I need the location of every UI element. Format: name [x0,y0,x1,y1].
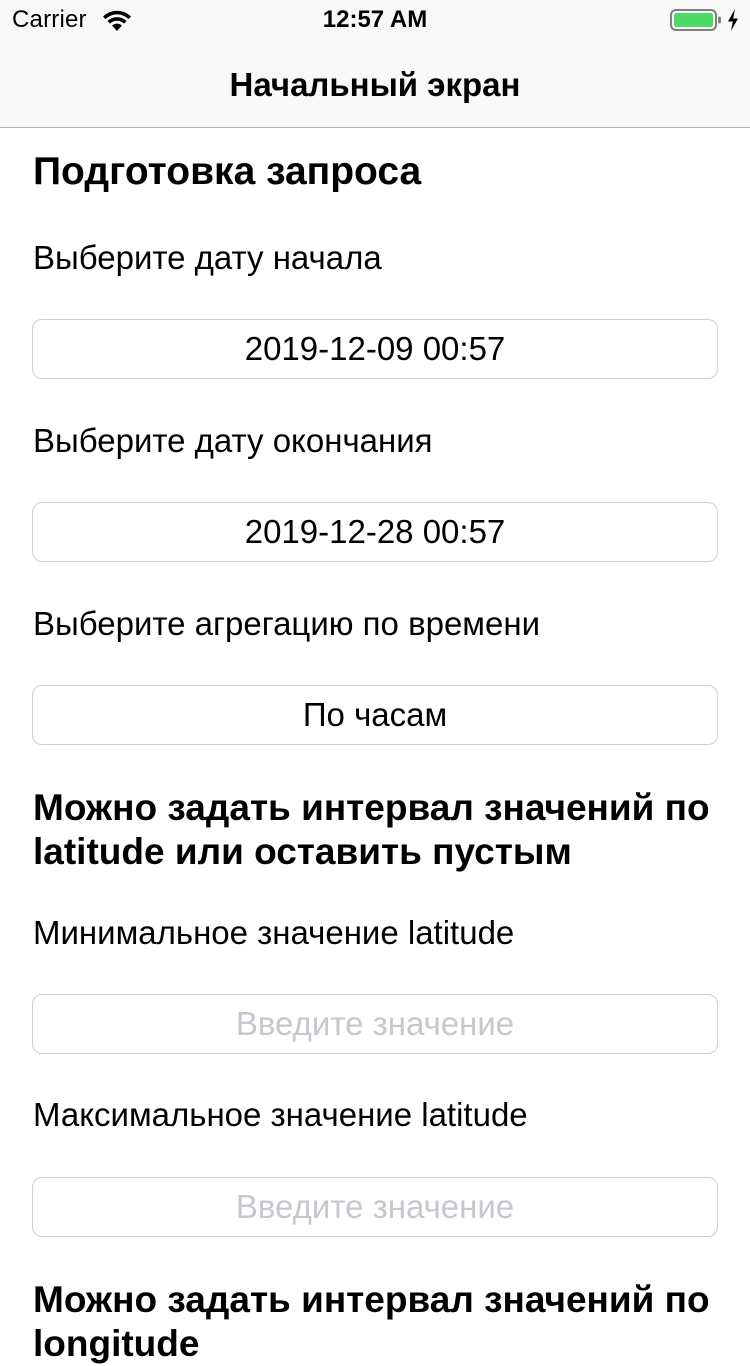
max-latitude-label: Максимальное значение latitude [33,1096,528,1133]
start-date-label: Выберите дату начала [33,239,382,276]
min-latitude-input[interactable]: Введите значение [32,994,718,1054]
nav-title: Начальный экран [229,66,521,103]
start-date-picker[interactable]: 2019-12-09 00:57 [32,319,718,379]
end-date-picker[interactable]: 2019-12-28 00:57 [32,502,718,562]
max-latitude-input[interactable]: Введите значение [32,1177,718,1237]
status-bar: Carrier 12:57 AM [0,0,750,40]
status-time: 12:57 AM [322,6,428,33]
longitude-section-title: Можно задать интервал значений по longit… [33,1279,710,1364]
min-latitude-label: Минимальное значение latitude [33,914,515,951]
section-title: Подготовка запроса [33,150,422,193]
latitude-section-title: Можно задать интервал значений по latitu… [33,787,710,872]
aggregation-label: Выберите агрегацию по времени [33,605,541,642]
charging-bolt-icon [728,9,738,31]
aggregation-picker[interactable]: По часам [32,685,718,745]
navigation-bar: Начальный экран [0,40,750,128]
end-date-label: Выберите дату окончания [33,422,433,459]
battery-level [674,13,713,27]
battery-icon [670,9,721,31]
